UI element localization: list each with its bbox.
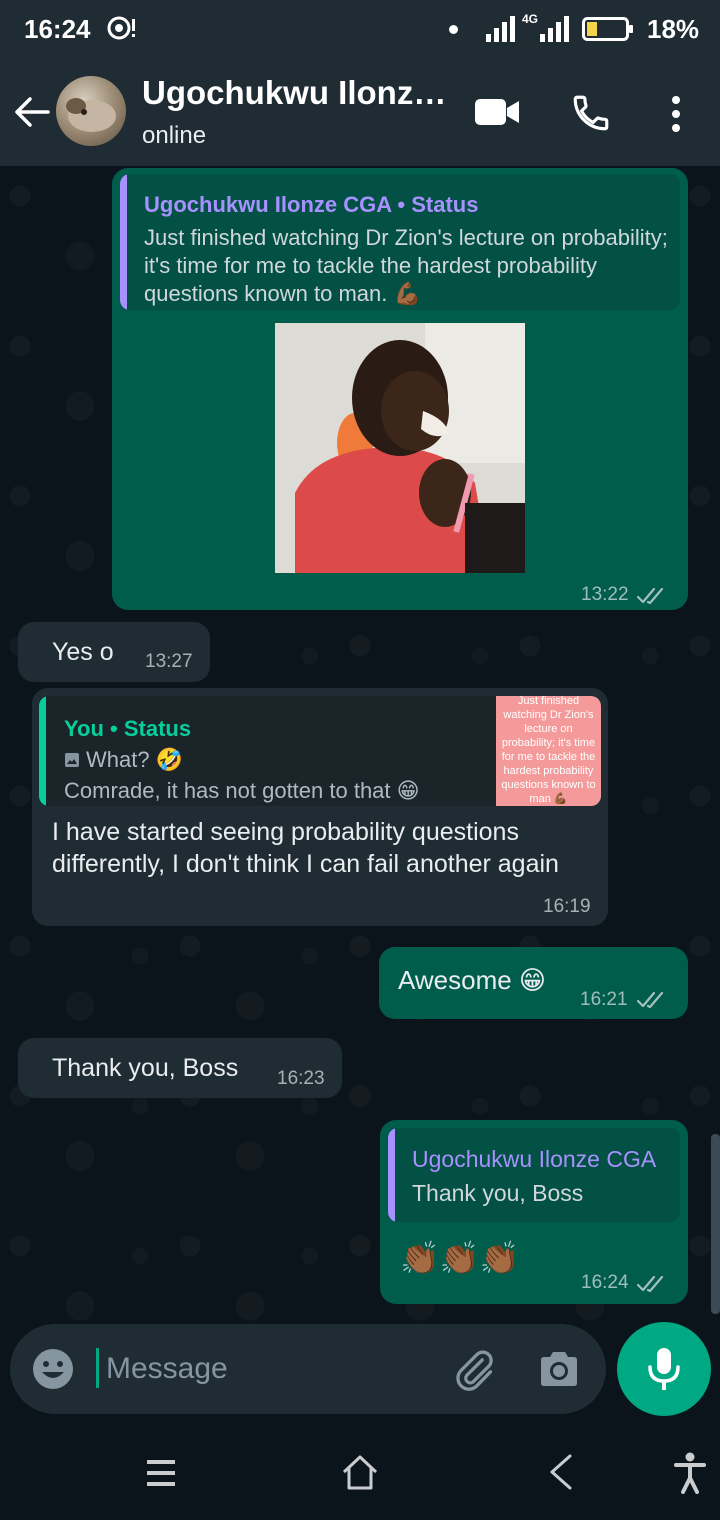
quote-line1: What? 🤣 (86, 747, 184, 772)
chat-area[interactable]: Ugochukwu Ilonze CGA • Status Just finis… (0, 166, 720, 1328)
chat-header: Ugochukwu Ilonz… online (0, 58, 720, 166)
signal-icon (486, 16, 515, 42)
message-status-reply[interactable]: Ugochukwu Ilonze CGA • Status Just finis… (112, 168, 688, 610)
quote-bar (388, 1128, 395, 1222)
message-last-reply[interactable]: Ugochukwu Ilonze CGA Thank you, Boss 👏🏾👏… (380, 1120, 688, 1304)
message-yes-o[interactable]: Yes o 13:27 (18, 622, 210, 682)
message-text: Awesome 😁 (398, 965, 547, 995)
battery-percent: 18% (647, 14, 700, 44)
message-text: Yes o (52, 638, 114, 666)
message-reply-you-status[interactable]: You • Status What? 🤣 Comrade, it has not… (32, 688, 608, 926)
read-ticks-icon (636, 1275, 664, 1293)
message-composer (10, 1324, 606, 1414)
home-icon[interactable] (340, 1452, 380, 1492)
contact-status: online (142, 122, 207, 149)
message-time: 13:27 (145, 651, 193, 672)
read-ticks-icon (636, 587, 664, 605)
back-nav-icon[interactable] (546, 1452, 574, 1492)
scrollbar[interactable] (711, 1134, 720, 1314)
network-type: 4G (522, 12, 539, 26)
quote-author: You • Status (64, 716, 192, 741)
message-text: I have started seeing probability questi… (52, 818, 559, 878)
quoted-message[interactable]: Ugochukwu Ilonze CGA Thank you, Boss (388, 1128, 680, 1222)
quote-line2: Comrade, it has not gotten to that 😁 (64, 778, 420, 803)
signal-icon-2 (540, 16, 569, 42)
system-navigation-bar (0, 1430, 720, 1520)
quote-text: Thank you, Boss (412, 1180, 584, 1206)
message-time: 13:22 (581, 584, 629, 605)
quoted-status[interactable]: You • Status What? 🤣 Comrade, it has not… (39, 696, 601, 806)
status-thumbnail: Just finished watching Dr Zion's lecture… (496, 696, 601, 806)
message-text: Thank you, Boss (52, 1054, 239, 1082)
quote-text: Just finished watching Dr Zion's lecture… (144, 225, 668, 306)
laughing-boy-image (275, 323, 525, 573)
mic-icon (648, 1348, 680, 1390)
more-options-icon[interactable] (666, 94, 686, 134)
status-time: 16:24 (24, 14, 91, 44)
accessibility-icon[interactable] (674, 1452, 706, 1494)
avatar-image (66, 98, 116, 132)
back-arrow-icon[interactable] (12, 92, 52, 132)
quote-author: Ugochukwu Ilonze CGA • Status (144, 192, 479, 217)
emoji-icon[interactable] (32, 1348, 74, 1390)
thumbnail-text: Just finished watching Dr Zion's lecture… (501, 696, 596, 805)
message-text: 👏🏾👏🏾👏🏾 (400, 1240, 520, 1276)
quote-bar (120, 174, 127, 310)
recent-apps-icon[interactable] (145, 1456, 177, 1490)
voice-message-button[interactable] (617, 1322, 711, 1416)
message-thank-you[interactable]: Thank you, Boss 16:23 (18, 1038, 342, 1098)
quote-bar (39, 696, 46, 806)
message-awesome[interactable]: Awesome 😁 16:21 (379, 947, 688, 1019)
video-call-icon[interactable] (474, 96, 520, 128)
status-image[interactable] (275, 323, 525, 573)
voice-call-icon[interactable] (570, 92, 612, 134)
battery-icon (582, 17, 633, 41)
quote-author: Ugochukwu Ilonze CGA (412, 1146, 657, 1172)
camera-icon[interactable] (538, 1350, 580, 1388)
message-time: 16:23 (277, 1068, 325, 1089)
message-time: 16:24 (581, 1272, 629, 1293)
quoted-status[interactable]: Ugochukwu Ilonze CGA • Status Just finis… (120, 174, 680, 310)
notification-dot (449, 25, 458, 34)
attach-icon[interactable] (452, 1348, 496, 1392)
message-input[interactable] (106, 1346, 436, 1392)
read-ticks-icon (636, 991, 664, 1009)
text-cursor (96, 1348, 99, 1388)
whatsapp-notification-icon (107, 16, 135, 40)
image-icon (65, 753, 79, 767)
message-time: 16:19 (543, 896, 591, 917)
status-bar: 16:24 4G 18% (0, 0, 720, 58)
contact-name[interactable]: Ugochukwu Ilonz… (142, 74, 452, 112)
message-time: 16:21 (580, 989, 628, 1010)
contact-avatar[interactable] (56, 76, 126, 146)
